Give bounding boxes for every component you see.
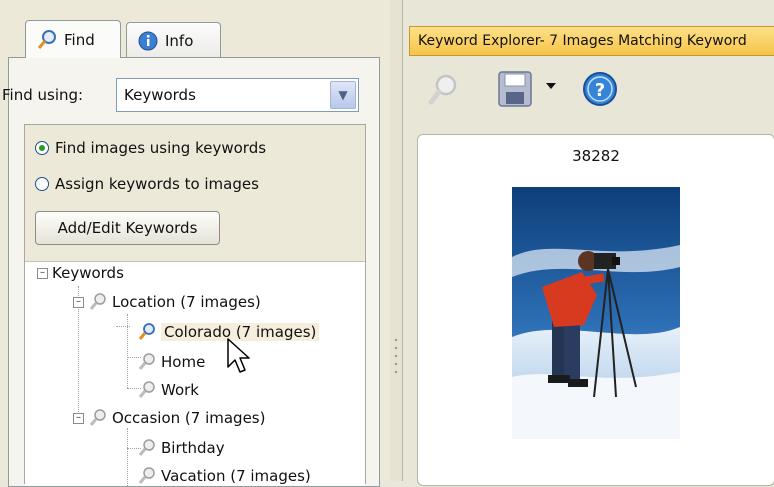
tab-find[interactable]: Find bbox=[25, 20, 121, 58]
tree-item-label: Occasion (7 images) bbox=[112, 409, 266, 427]
tree-item-label: Home bbox=[161, 353, 206, 371]
svg-text:?: ? bbox=[595, 80, 605, 101]
explorer-title-bar: Keyword Explorer- 7 Images Matching Keyw… bbox=[409, 26, 774, 56]
explorer-toolbar: ? bbox=[409, 58, 774, 120]
keyword-icon bbox=[89, 293, 106, 310]
radio-find-images-button[interactable] bbox=[35, 141, 49, 155]
add-edit-keywords-button[interactable]: Add/Edit Keywords bbox=[35, 211, 220, 245]
find-using-value: Keywords bbox=[124, 86, 196, 104]
tree-item-birthday[interactable]: Birthday bbox=[137, 438, 225, 458]
radio-assign-keywords-button[interactable] bbox=[35, 177, 49, 191]
tree-item-occasion[interactable]: – Occasion (7 images) bbox=[73, 408, 265, 428]
tree-item-vacation[interactable]: Vacation (7 images) bbox=[137, 466, 311, 486]
save-icon[interactable] bbox=[497, 70, 533, 108]
tab-info-label: Info bbox=[165, 31, 194, 50]
tree-line bbox=[127, 428, 128, 486]
tree-item-label: Work bbox=[161, 381, 199, 399]
help-icon[interactable]: ? bbox=[581, 70, 619, 108]
keyword-active-icon bbox=[138, 323, 155, 340]
find-using-row: Find using: bbox=[0, 86, 83, 104]
photographer-photo bbox=[512, 187, 680, 439]
splitter-grip-icon bbox=[394, 338, 398, 374]
tree-item-location[interactable]: – Location (7 images) bbox=[73, 292, 261, 312]
collapse-icon[interactable]: – bbox=[37, 267, 48, 279]
mouse-pointer-icon bbox=[227, 338, 250, 373]
thumbnail-id: 38282 bbox=[572, 147, 620, 165]
radio-assign-keywords-label: Assign keywords to images bbox=[55, 175, 259, 193]
panel-splitter[interactable] bbox=[390, 0, 402, 481]
keyword-options-group: Find images using keywords Assign keywor… bbox=[24, 124, 366, 486]
tab-info[interactable]: Info bbox=[126, 22, 221, 58]
tree-item-label: Keywords bbox=[52, 264, 124, 282]
tree-item-label: Vacation (7 images) bbox=[161, 467, 311, 485]
tree-line bbox=[116, 326, 130, 327]
keyword-icon bbox=[138, 353, 155, 370]
keyword-icon bbox=[89, 409, 106, 426]
radio-find-images[interactable]: Find images using keywords bbox=[35, 139, 266, 157]
keyword-icon bbox=[138, 439, 155, 456]
tab-find-label: Find bbox=[64, 30, 95, 49]
image-thumbnail-card[interactable]: 38282 bbox=[417, 134, 774, 486]
info-icon bbox=[138, 31, 158, 50]
dropdown-arrow-icon[interactable] bbox=[545, 80, 557, 92]
find-using-label: Find using: bbox=[2, 86, 84, 104]
explorer-title: Keyword Explorer- 7 Images Matching Keyw… bbox=[418, 33, 747, 49]
collapse-icon[interactable]: – bbox=[73, 296, 84, 308]
chevron-down-icon[interactable]: ▼ bbox=[330, 81, 356, 109]
keyword-explorer-panel: Keyword Explorer- 7 Images Matching Keyw… bbox=[402, 0, 774, 486]
find-key-icon[interactable] bbox=[425, 72, 461, 108]
find-panel: Find Info Find using: Keywords ▼ Find im… bbox=[0, 0, 390, 487]
keyword-tree: – Keywords – Location (7 images) Colorad… bbox=[25, 261, 365, 486]
tree-item-keywords[interactable]: – Keywords bbox=[37, 264, 124, 282]
radio-find-images-label: Find images using keywords bbox=[55, 139, 267, 157]
magnifier-key-icon bbox=[37, 29, 56, 49]
keyword-icon bbox=[138, 467, 155, 484]
find-using-select[interactable]: Keywords ▼ bbox=[116, 78, 359, 112]
collapse-icon[interactable]: – bbox=[73, 412, 84, 424]
tree-item-label: Location (7 images) bbox=[112, 293, 261, 311]
tree-item-label: Birthday bbox=[161, 439, 225, 457]
radio-assign-keywords[interactable]: Assign keywords to images bbox=[35, 175, 259, 193]
keyword-icon bbox=[138, 381, 155, 398]
tree-item-work[interactable]: Work bbox=[137, 380, 199, 400]
tree-item-home[interactable]: Home bbox=[137, 352, 205, 372]
